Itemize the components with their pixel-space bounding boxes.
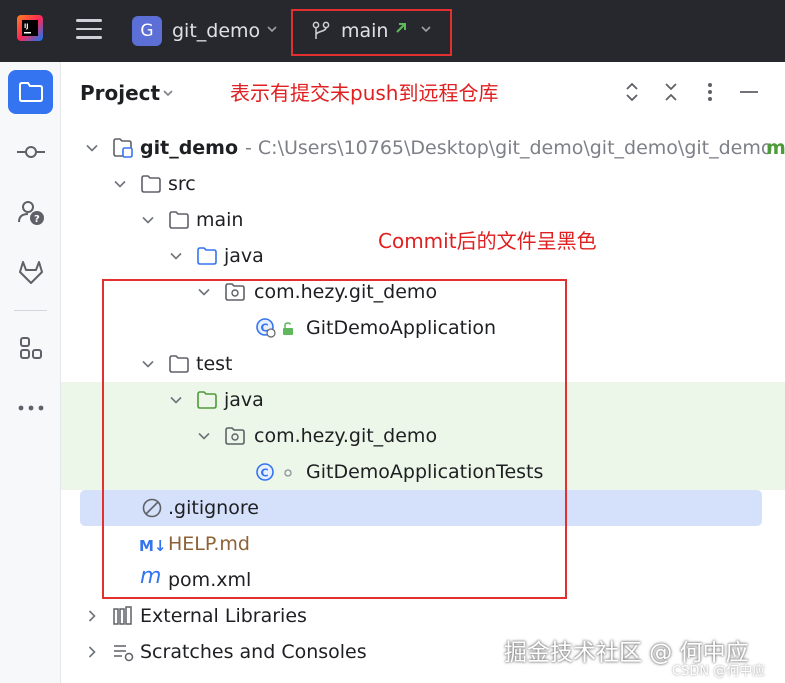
tree-label-root: git_demo <box>140 137 239 159</box>
commit-icon <box>16 146 45 158</box>
chevron-down-icon[interactable] <box>265 22 279 36</box>
branch-highlight-box <box>291 9 452 56</box>
scratches-icon <box>114 645 134 662</box>
module-folder-icon <box>113 138 133 158</box>
gitlab-icon <box>18 261 43 284</box>
chevron-down-icon[interactable] <box>169 249 183 263</box>
structure-icon <box>19 337 42 359</box>
chevron-down-icon[interactable] <box>161 86 175 100</box>
structure-tool-button[interactable] <box>8 326 53 370</box>
folder-icon <box>141 175 161 193</box>
options-menu-icon[interactable] <box>699 81 721 103</box>
chevron-down-icon[interactable] <box>141 213 155 227</box>
folder-icon <box>169 211 189 229</box>
project-tool-button[interactable] <box>8 70 53 114</box>
tree-root-suffix: m <box>766 137 785 159</box>
project-badge[interactable]: G <box>132 16 162 46</box>
tree-label-src: src <box>168 173 196 195</box>
project-name[interactable]: git_demo <box>172 19 260 43</box>
chevron-right-icon[interactable] <box>85 645 99 659</box>
intellij-logo-icon[interactable]: IJ <box>17 15 43 41</box>
expand-all-icon[interactable] <box>621 81 643 103</box>
collapse-all-icon[interactable] <box>660 81 682 103</box>
code-with-me-tool-button[interactable]: ? <box>8 190 53 234</box>
tree-row-external-libraries[interactable]: External Libraries <box>61 598 785 634</box>
tree-label-java-main: java <box>224 245 264 267</box>
annotation-committed: Commit后的文件呈黑色 <box>378 229 597 253</box>
chevron-right-icon[interactable] <box>85 609 99 623</box>
svg-text:?: ? <box>34 214 40 225</box>
hide-panel-icon[interactable] <box>738 81 760 103</box>
commit-tool-button[interactable] <box>8 130 53 174</box>
annotation-unpushed: 表示有提交未push到远程仓库 <box>230 81 499 105</box>
people-question-icon: ? <box>17 201 44 225</box>
more-tools-button[interactable] <box>8 386 53 430</box>
main-menu-button[interactable] <box>76 19 102 41</box>
csdn-watermark: CSDN @何中应 <box>672 664 766 679</box>
tree-label-external-libraries: External Libraries <box>140 605 307 627</box>
library-icon <box>113 606 132 625</box>
gitlab-tool-button[interactable] <box>8 250 53 294</box>
tool-window-strip: ? <box>0 62 61 683</box>
tree-label-main: main <box>196 209 244 231</box>
source-folder-icon <box>197 247 217 265</box>
chevron-down-icon[interactable] <box>85 141 99 155</box>
tree-row-root[interactable]: git_demo - C:\Users\10765\Desktop\git_de… <box>61 130 785 166</box>
more-icon <box>18 405 43 411</box>
tree-label-scratches: Scratches and Consoles <box>140 641 367 663</box>
tree-row-src[interactable]: src <box>61 166 785 202</box>
title-bar: IJ G git_demo main <box>0 0 785 62</box>
panel-title[interactable]: Project <box>80 80 160 106</box>
toolstrip-separator <box>14 310 47 311</box>
tree-root-path: - C:\Users\10765\Desktop\git_demo\git_de… <box>245 137 773 159</box>
committed-files-highlight-box <box>102 279 567 599</box>
chevron-down-icon[interactable] <box>113 177 127 191</box>
svg-text:IJ: IJ <box>24 23 28 30</box>
folder-icon <box>18 82 43 102</box>
